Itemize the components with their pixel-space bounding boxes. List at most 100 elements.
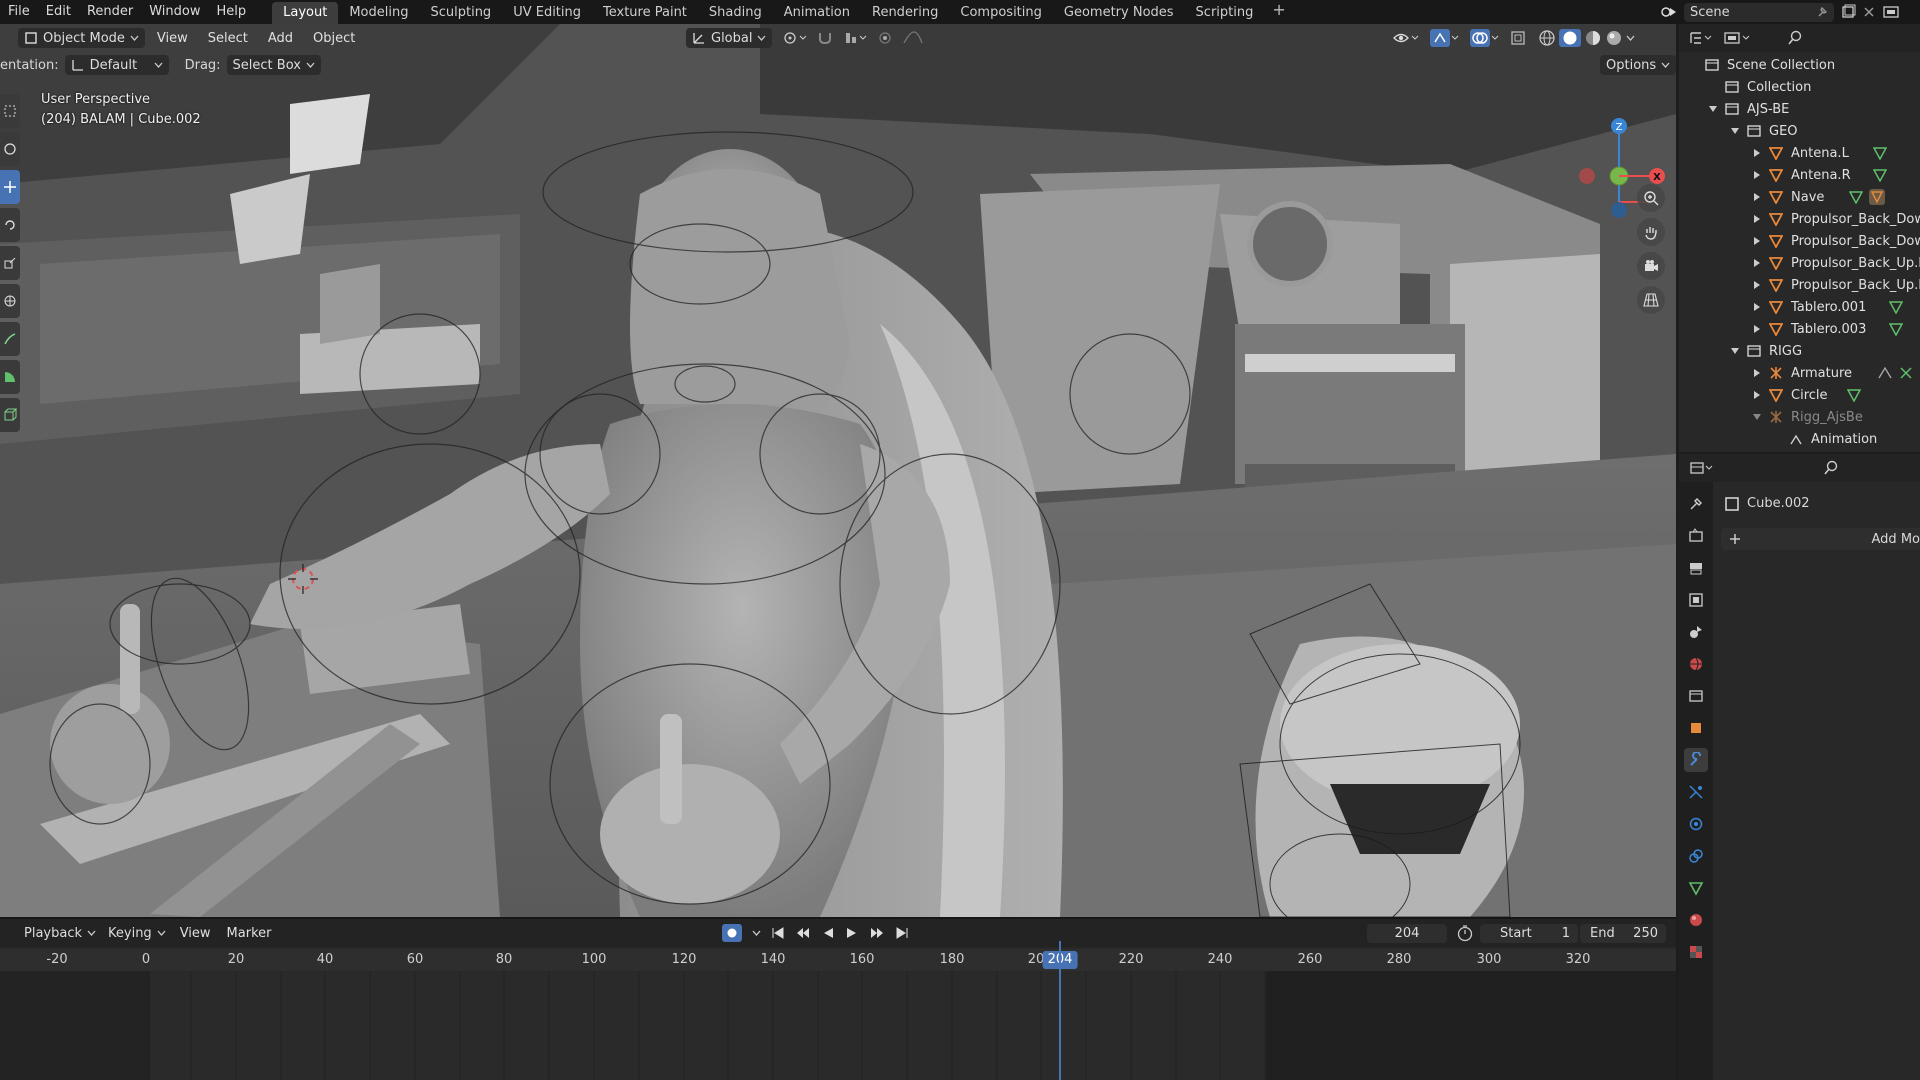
tab-collection[interactable] [1684,684,1708,708]
tab-texture-paint[interactable]: Texture Paint [592,2,698,24]
tab-particles[interactable] [1684,780,1708,804]
zoom-button[interactable] [1637,184,1665,212]
annotate-tool-button[interactable] [0,322,20,356]
outliner-row-circle[interactable]: Circle [1753,384,1861,406]
tab-constraints[interactable] [1684,844,1708,868]
overlays-toggle-icon[interactable] [1470,29,1500,47]
add-workspace-button[interactable]: + [1264,0,1293,24]
select-tool-button[interactable] [0,94,20,128]
disclosure-closed-icon[interactable] [1753,259,1761,267]
tab-rendering[interactable]: Rendering [861,2,949,24]
interaction-mode-dropdown[interactable]: Object Mode [18,28,145,48]
cursor-tool-button[interactable] [0,132,20,166]
tab-scene[interactable] [1684,620,1708,644]
menu-object[interactable]: Object [305,31,363,46]
outliner-row-rigg-ajsbe[interactable]: Rigg_AjsBe [1753,406,1863,428]
3d-viewport[interactable]: Object Mode View Select Add Object Globa… [0,24,1676,917]
outliner-row-nave[interactable]: Nave [1753,186,1885,208]
delete-scene-icon[interactable] [1862,5,1876,19]
disclosure-closed-icon[interactable] [1753,325,1761,333]
add-cube-tool-button[interactable] [0,398,20,432]
disclosure-closed-icon[interactable] [1753,391,1761,399]
falloff-icon[interactable] [902,30,928,46]
playback-menu[interactable]: Playback [18,923,102,943]
search-icon[interactable] [1787,30,1803,46]
disclosure-closed-icon[interactable] [1753,193,1761,201]
timeline-tracks[interactable] [0,971,1676,1080]
disclosure-closed-icon[interactable] [1753,369,1761,377]
tab-layout[interactable]: Layout [272,2,339,24]
prev-keyframe-icon[interactable] [795,926,811,940]
outliner-row-propulsor-back-up-r[interactable]: Propulsor_Back_Up.R [1753,274,1920,296]
gizmo-toggle-icon[interactable] [1430,29,1460,47]
outliner-row-armature[interactable]: Armature [1753,362,1913,384]
outliner-row-tablero-003[interactable]: Tablero.003 [1753,318,1903,340]
rotate-tool-button[interactable] [0,208,20,242]
tab-world[interactable] [1684,652,1708,676]
outliner-row-propulsor-back-up-l[interactable]: Propulsor_Back_Up.L [1753,252,1920,274]
proportional-edit-icon[interactable] [876,30,894,46]
mesh-data-icon[interactable] [1889,300,1903,314]
keying-menu[interactable]: Keying [102,923,172,943]
drag-dropdown[interactable]: Select Box [226,55,321,75]
chevron-down-icon[interactable] [1626,29,1635,47]
outliner-row-propulsor-back-down-1[interactable]: Propulsor_Back_Down [1753,208,1920,230]
transform-tool-button[interactable] [0,284,20,318]
tab-data[interactable] [1684,876,1708,900]
tab-physics[interactable] [1684,812,1708,836]
outliner-row-antena-l[interactable]: Antena.L [1753,142,1887,164]
menu-file[interactable]: File [0,0,38,24]
display-mode-icon[interactable] [1723,30,1751,46]
scene-icon[interactable] [1660,4,1678,20]
tab-render[interactable] [1684,524,1708,548]
mesh-data-icon[interactable] [1847,388,1861,402]
disclosure-closed-icon[interactable] [1753,281,1761,289]
menu-edit[interactable]: Edit [38,0,79,24]
new-scene-icon[interactable] [1840,4,1856,20]
tab-scripting[interactable]: Scripting [1185,2,1265,24]
tab-material[interactable] [1684,908,1708,932]
tab-texture[interactable] [1684,940,1708,964]
tab-compositing[interactable]: Compositing [949,2,1053,24]
marker-menu[interactable]: Marker [219,926,280,941]
outliner-row-propulsor-back-down-2[interactable]: Propulsor_Back_Down [1753,230,1920,252]
tab-geometry-nodes[interactable]: Geometry Nodes [1053,2,1185,24]
tab-modeling[interactable]: Modeling [338,2,419,24]
view-layer-icon[interactable] [1882,4,1900,20]
camera-view-button[interactable] [1637,252,1665,280]
menu-render[interactable]: Render [79,0,141,24]
scene-selector[interactable]: Scene [1684,2,1834,22]
perspective-toggle-button[interactable] [1637,286,1665,314]
disclosure-closed-icon[interactable] [1753,303,1761,311]
mesh-data-icon[interactable] [1889,322,1903,336]
add-modifier-button[interactable]: Add Mo [1721,528,1920,550]
play-icon[interactable] [845,926,859,940]
disclosure-closed-icon[interactable] [1753,237,1761,245]
disclosure-open-icon[interactable] [1731,347,1739,355]
outliner-row-geo[interactable]: GEO [1731,120,1798,142]
stopwatch-icon[interactable] [1456,924,1474,942]
menu-select[interactable]: Select [200,31,256,46]
jump-end-icon[interactable] [895,926,909,940]
pan-button[interactable] [1637,218,1665,246]
mesh-data-icon[interactable] [1873,168,1887,182]
tab-output[interactable] [1684,556,1708,580]
tab-tool[interactable] [1684,492,1708,516]
end-frame-field[interactable]: End 250 [1580,923,1666,943]
tab-animation[interactable]: Animation [773,2,861,24]
playhead-line[interactable] [1059,941,1061,1080]
outliner-row-animation[interactable]: Animation [1789,428,1877,450]
outliner-row-scene-collection[interactable]: Scene Collection [1705,54,1835,76]
move-tool-button[interactable] [0,170,20,204]
mesh-data-icon[interactable] [1849,190,1863,204]
outliner-row-collection[interactable]: Collection [1725,76,1811,98]
snap-target-icon[interactable] [844,30,868,46]
modifier-icon[interactable] [1869,189,1885,205]
tab-uv-editing[interactable]: UV Editing [502,2,592,24]
visibility-icon[interactable] [1392,30,1420,46]
pivot-point-icon[interactable] [782,30,808,46]
timeline-view-menu[interactable]: View [172,926,219,941]
tab-modifiers[interactable] [1684,748,1708,772]
outliner-row-tablero-001[interactable]: Tablero.001 [1753,296,1903,318]
editor-type-icon[interactable] [1689,30,1715,46]
